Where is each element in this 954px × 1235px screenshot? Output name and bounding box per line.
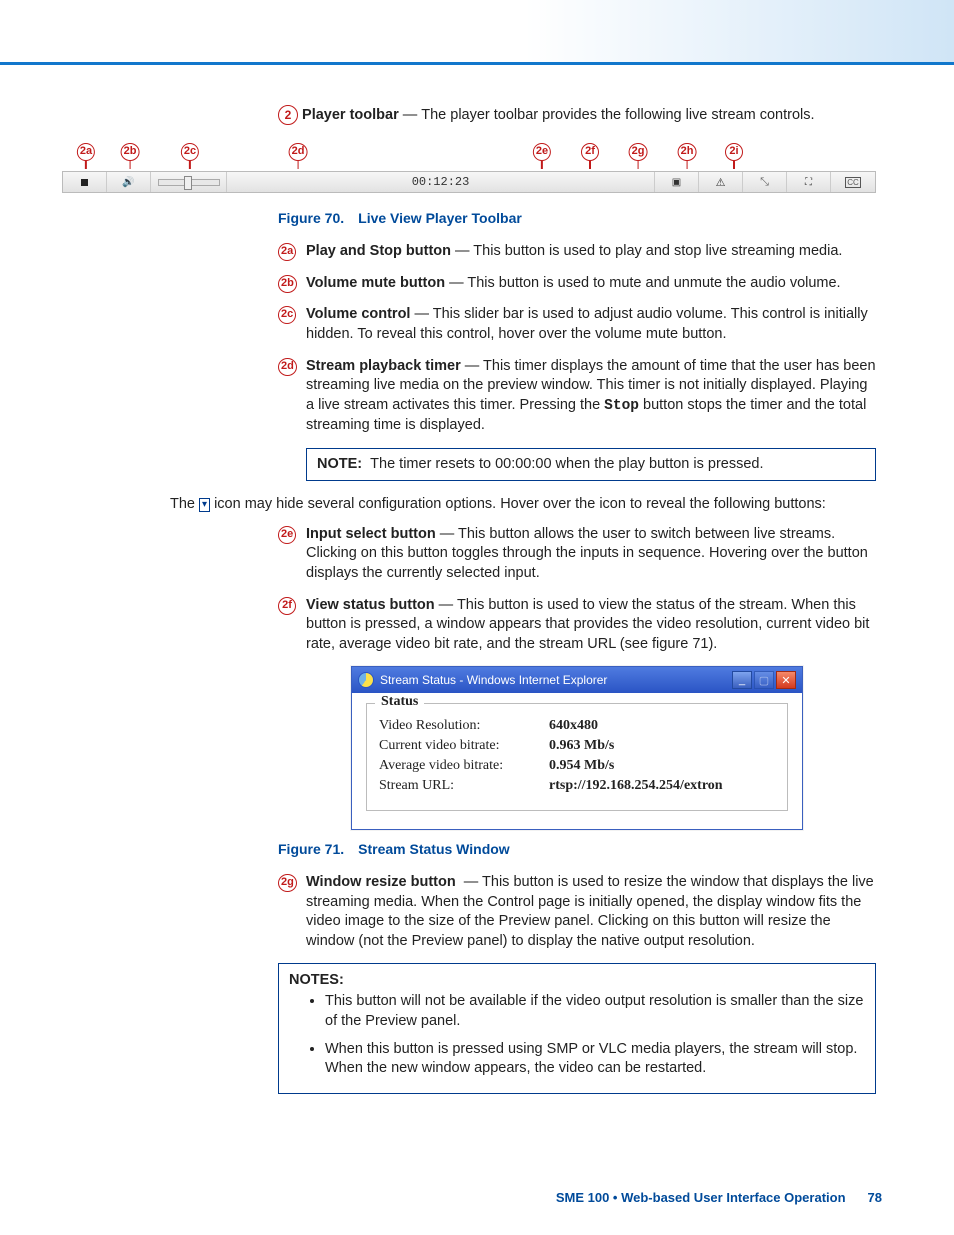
speaker-icon bbox=[122, 177, 134, 188]
window-titlebar[interactable]: Stream Status - Windows Internet Explore… bbox=[352, 667, 802, 693]
stream-status-window: Stream Status - Windows Internet Explore… bbox=[351, 666, 803, 830]
marker-2g: 2g bbox=[629, 143, 648, 161]
stop-icon bbox=[81, 179, 88, 186]
item-2f: 2f View status button — This button is u… bbox=[278, 596, 876, 655]
volume-mute-button[interactable] bbox=[107, 172, 151, 192]
minimize-button[interactable]: _ bbox=[732, 671, 752, 689]
marker-2f: 2f bbox=[581, 143, 599, 161]
input-icon bbox=[672, 177, 681, 188]
figure-71-caption: Figure 71.Stream Status Window bbox=[278, 840, 876, 859]
playback-timer: 00:12:23 bbox=[227, 172, 655, 192]
item-2b: 2b Volume mute button — This button is u… bbox=[278, 274, 876, 294]
callout-2: 2 bbox=[278, 105, 298, 125]
page-header-gradient bbox=[0, 0, 954, 65]
item-2e: 2e Input select button — This button all… bbox=[278, 525, 876, 584]
cc-icon: CC bbox=[845, 177, 861, 188]
slider-thumb[interactable] bbox=[184, 176, 192, 190]
marker-2c: 2c bbox=[181, 143, 199, 161]
item-2a: 2a Play and Stop button — This button is… bbox=[278, 242, 876, 262]
resize-icon bbox=[760, 176, 769, 189]
note-bullet: This button will not be available if the… bbox=[325, 992, 865, 1031]
cc-button[interactable]: CC bbox=[831, 172, 875, 192]
item-2d: 2d Stream playback timer — This timer di… bbox=[278, 357, 876, 436]
dropdown-icon: ▾ bbox=[199, 498, 210, 512]
marker-2b: 2b bbox=[121, 143, 140, 161]
row-current-bitrate: Current video bitrate:0.963 Mb/s bbox=[379, 738, 775, 754]
marker-2e: 2e bbox=[533, 143, 551, 161]
page-footer: SME 100 • Web-based User Interface Opera… bbox=[556, 1190, 882, 1205]
marker-2i: 2i bbox=[725, 143, 743, 161]
fullscreen-button[interactable] bbox=[787, 172, 831, 192]
view-status-button[interactable] bbox=[699, 172, 743, 192]
section-intro: 2 Player toolbar—The player toolbar prov… bbox=[278, 105, 876, 125]
marker-2h: 2h bbox=[678, 143, 697, 161]
note-bullet: When this button is pressed using SMP or… bbox=[325, 1040, 865, 1079]
ie-icon bbox=[358, 672, 374, 688]
item-2g: 2g Window resize button — This button is… bbox=[278, 873, 876, 951]
figure-70-caption: Figure 70.Live View Player Toolbar bbox=[278, 209, 876, 228]
notes-resize: NOTES: This button will not be available… bbox=[278, 963, 876, 1093]
item-2c: 2c Volume control — This slider bar is u… bbox=[278, 305, 876, 344]
status-fieldset: Status Video Resolution:640x480 Current … bbox=[366, 703, 788, 811]
slider-track bbox=[158, 179, 220, 186]
maximize-button: ▢ bbox=[754, 671, 774, 689]
marker-2d: 2d bbox=[289, 143, 308, 161]
status-legend: Status bbox=[375, 694, 424, 710]
warning-icon bbox=[716, 176, 726, 189]
row-resolution: Video Resolution:640x480 bbox=[379, 718, 775, 734]
input-select-button[interactable] bbox=[655, 172, 699, 192]
fullscreen-icon bbox=[805, 177, 812, 188]
window-resize-button[interactable] bbox=[743, 172, 787, 192]
figure-70-toolbar: 2a 2b 2c 2d 2e 2f 2g 2h 2i 00:12:23 CC bbox=[62, 143, 876, 199]
close-button[interactable]: ✕ bbox=[776, 671, 796, 689]
volume-slider[interactable] bbox=[151, 172, 227, 192]
window-title: Stream Status - Windows Internet Explore… bbox=[380, 673, 607, 687]
note-timer-reset: NOTE: The timer resets to 00:00:00 when … bbox=[306, 448, 876, 482]
row-average-bitrate: Average video bitrate:0.954 Mb/s bbox=[379, 758, 775, 774]
marker-2a: 2a bbox=[77, 143, 95, 161]
row-stream-url: Stream URL:rtsp://192.168.254.254/extron bbox=[379, 778, 775, 794]
play-stop-button[interactable] bbox=[63, 172, 107, 192]
hover-hint: The ▾ icon may hide several configuratio… bbox=[170, 495, 876, 515]
